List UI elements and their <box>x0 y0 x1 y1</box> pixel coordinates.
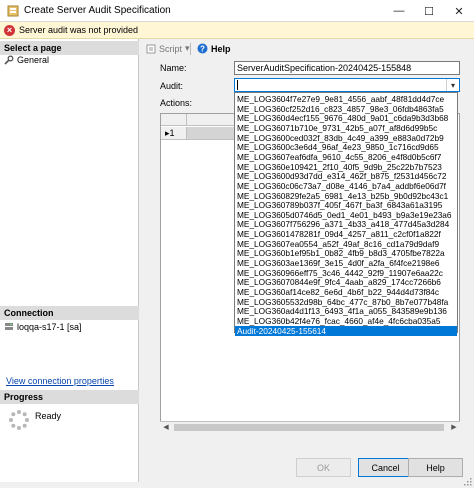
progress-status: Ready <box>35 411 62 421</box>
close-button[interactable]: ✕ <box>444 0 474 22</box>
grid-header-cell <box>187 114 235 126</box>
error-message: Server audit was not provided <box>19 25 139 35</box>
minimize-button[interactable]: — <box>384 0 414 22</box>
view-connection-properties-link[interactable]: View connection properties <box>6 376 114 386</box>
progress-spinner-icon <box>9 410 29 430</box>
cancel-button[interactable]: Cancel <box>358 458 413 477</box>
help-icon: ? <box>197 43 208 54</box>
connection-label: loqqa-s17-1 [sa] <box>17 322 82 332</box>
window-title: Create Server Audit Specification <box>24 5 171 16</box>
script-button[interactable]: Script ▾ <box>146 43 190 54</box>
audit-dropdown-list[interactable]: ME_LOG3604f7e27e9_9e81_4556_aabf_48f81dd… <box>234 92 458 336</box>
scroll-left-icon[interactable]: ◀ <box>160 422 172 433</box>
horizontal-scrollbar[interactable]: ◀ ▶ <box>160 421 460 433</box>
wrench-icon <box>4 55 14 65</box>
maximize-button[interactable]: ☐ <box>414 0 444 22</box>
chevron-down-icon[interactable]: ▾ <box>446 79 459 91</box>
select-page-header: Select a page <box>0 41 139 55</box>
connection-row: loqqa-s17-1 [sa] <box>4 322 82 332</box>
toolbar: Script ▾ ? Help <box>140 39 474 58</box>
toolbar-separator <box>190 43 191 55</box>
actions-label: Actions: <box>160 98 193 108</box>
scroll-thumb[interactable] <box>174 424 444 431</box>
help-button[interactable]: Help <box>408 458 463 477</box>
grid-row-marker[interactable]: ▸1 <box>161 127 187 140</box>
script-label: Script <box>159 43 183 54</box>
name-label: Name: <box>160 63 187 73</box>
scroll-right-icon[interactable]: ▶ <box>448 422 460 433</box>
text-caret <box>237 80 238 90</box>
title-bar: Create Server Audit Specification — ☐ ✕ <box>0 0 474 22</box>
resize-grip-icon[interactable] <box>464 478 472 486</box>
audit-option-selected[interactable]: Audit-20240425-155614 <box>235 325 457 336</box>
ok-button[interactable]: OK <box>296 458 351 477</box>
dialog-footer: OK Cancel Help <box>140 455 474 485</box>
app-icon <box>7 5 19 17</box>
connection-header: Connection <box>0 306 139 320</box>
grid-cell[interactable] <box>187 127 235 140</box>
page-item-general[interactable]: General <box>4 55 49 65</box>
audit-combobox[interactable]: ▾ <box>234 78 460 92</box>
server-icon <box>5 323 13 330</box>
help-toolbar-button[interactable]: ? Help <box>197 43 231 54</box>
error-bar: × Server audit was not provided <box>0 22 474 39</box>
error-icon: × <box>4 25 15 36</box>
progress-header: Progress <box>0 390 139 404</box>
script-icon <box>146 44 156 53</box>
audit-label: Audit: <box>160 81 184 91</box>
name-field[interactable]: ServerAuditSpecification-20240425-155848 <box>234 61 460 75</box>
left-pane: Select a page General Connection loqqa-s… <box>0 39 139 482</box>
grid-header-corner <box>161 114 187 126</box>
svg-text:?: ? <box>200 44 205 53</box>
page-item-label: General <box>17 55 50 65</box>
chevron-down-icon: ▾ <box>185 43 190 53</box>
help-label: Help <box>211 43 231 54</box>
